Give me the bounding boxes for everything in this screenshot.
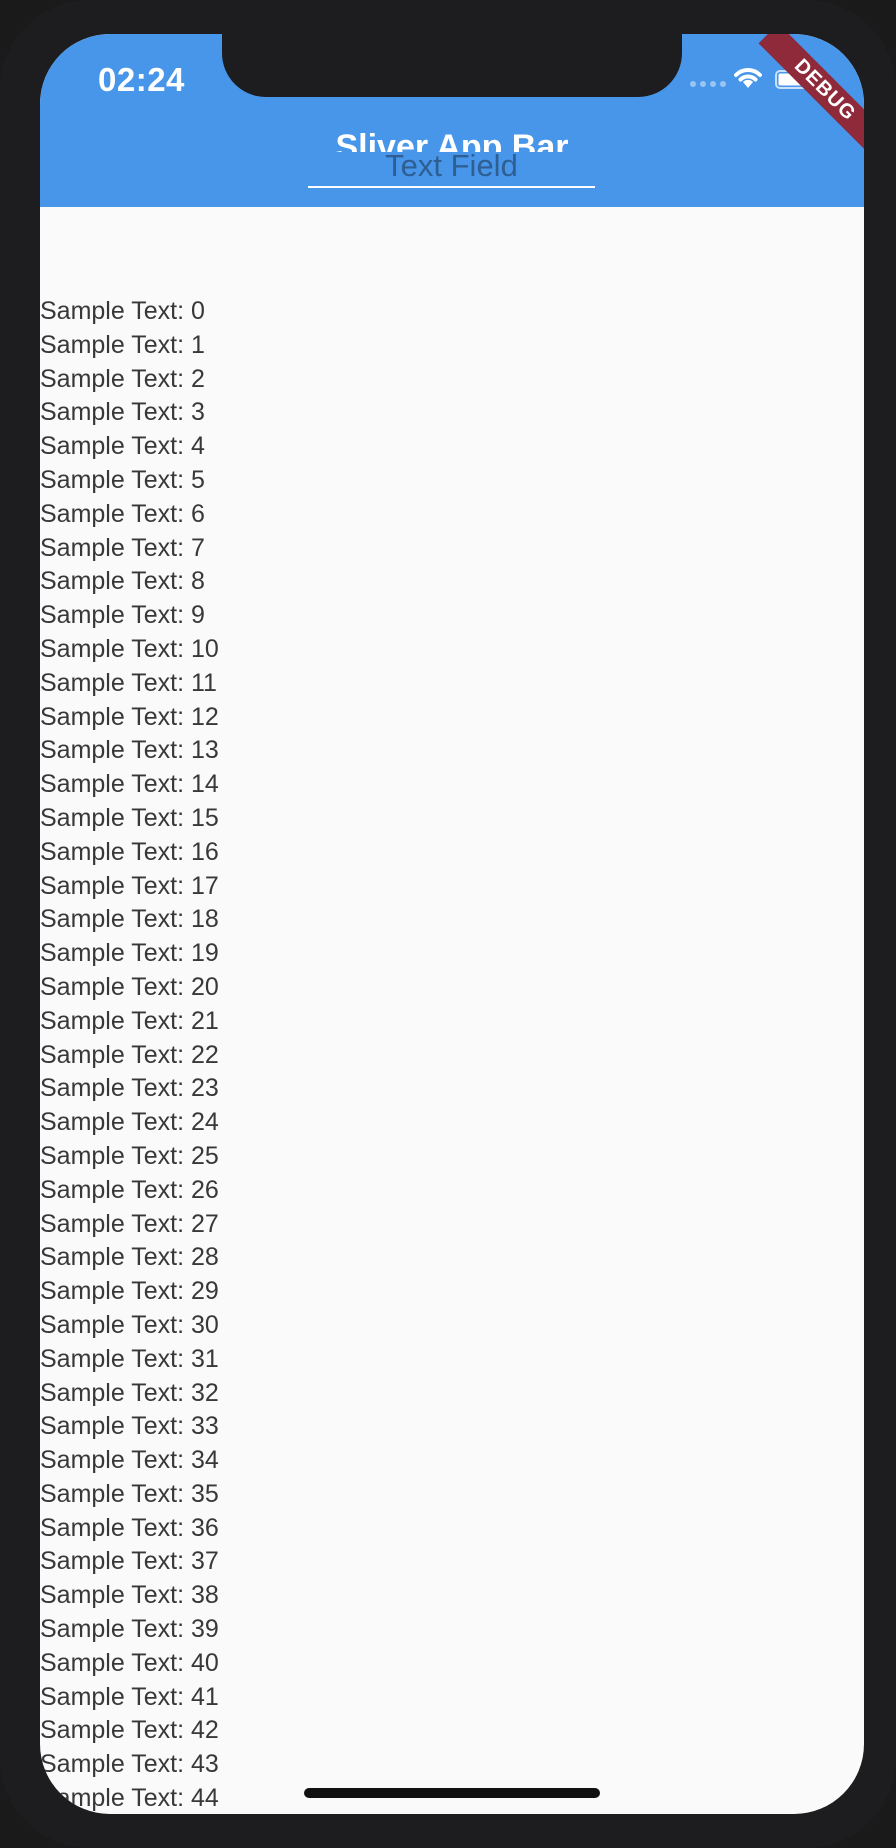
list-item: Sample Text: 33 (40, 1412, 219, 1441)
list-item: Sample Text: 14 (40, 770, 219, 799)
list-item: Sample Text: 29 (40, 1277, 219, 1306)
list-item: Sample Text: 21 (40, 1006, 219, 1035)
list-item: Sample Text: 20 (40, 972, 219, 1001)
list-item: Sample Text: 18 (40, 905, 219, 934)
text-field-input[interactable] (308, 146, 595, 186)
device-notch (222, 34, 682, 97)
list-item: Sample Text: 10 (40, 634, 219, 663)
list-item: Sample Text: 2 (40, 364, 205, 393)
sliver-app-bar: 02:24 Sliver App Bar DEBUG (40, 34, 864, 207)
list-item: Sample Text: 26 (40, 1175, 219, 1204)
list-item: Sample Text: 27 (40, 1209, 219, 1238)
list-item: Sample Text: 7 (40, 533, 205, 562)
app-bar-text-field[interactable] (308, 146, 595, 188)
list-item: Sample Text: 38 (40, 1581, 219, 1610)
list-item: Sample Text: 37 (40, 1547, 219, 1576)
list-item: Sample Text: 30 (40, 1310, 219, 1339)
list-item: Sample Text: 0 (40, 297, 205, 325)
list-item: Sample Text: 8 (40, 567, 205, 596)
list-item: Sample Text: 17 (40, 871, 219, 900)
wifi-icon (734, 68, 762, 88)
phone-frame: 02:24 Sliver App Bar DEBUG (0, 0, 896, 1848)
list-item: Sample Text: 23 (40, 1074, 219, 1103)
list-item: Sample Text: 22 (40, 1040, 219, 1069)
sample-text-list[interactable]: Sample Text: 0 Sample Text: 1 Sample Text:… (40, 295, 864, 1814)
list-item: Sample Text: 16 (40, 837, 219, 866)
list-item: Sample Text: 40 (40, 1648, 219, 1677)
cellular-signal-icon (690, 81, 726, 87)
list-item: Sample Text: 11 (40, 668, 217, 697)
list-item: Sample Text: 35 (40, 1479, 219, 1508)
list-item: Sample Text: 6 (40, 499, 205, 528)
list-item: Sample Text: 4 (40, 432, 205, 461)
list-item: Sample Text: 28 (40, 1243, 219, 1272)
list-item: Sample Text: 12 (40, 702, 219, 731)
list-item: Sample Text: 5 (40, 465, 205, 494)
list-item: Sample Text: 39 (40, 1615, 219, 1644)
list-item: Sample Text: 9 (40, 601, 205, 630)
list-item: Sample Text: 32 (40, 1378, 219, 1407)
list-item: Sample Text: 3 (40, 398, 205, 427)
list-item: Sample Text: 24 (40, 1108, 219, 1137)
status-time: 02:24 (98, 61, 185, 98)
list-item: Sample Text: 1 (40, 330, 205, 359)
list-item: Sample Text: 36 (40, 1513, 219, 1542)
home-indicator[interactable] (304, 1788, 600, 1798)
list-item: Sample Text: 19 (40, 939, 219, 968)
app-screen: 02:24 Sliver App Bar DEBUG (40, 34, 864, 1814)
list-item: Sample Text: 42 (40, 1716, 219, 1745)
list-item: Sample Text: 41 (40, 1682, 219, 1711)
list-item: Sample Text: 31 (40, 1344, 219, 1373)
list-item: Sample Text: 43 (40, 1750, 219, 1779)
list-item: Sample Text: 34 (40, 1446, 219, 1475)
list-item: Sample Text: 25 (40, 1141, 219, 1170)
list-item: Sample Text: 44 (40, 1784, 219, 1813)
list-item: Sample Text: 15 (40, 803, 219, 832)
list-item: Sample Text: 13 (40, 736, 219, 765)
